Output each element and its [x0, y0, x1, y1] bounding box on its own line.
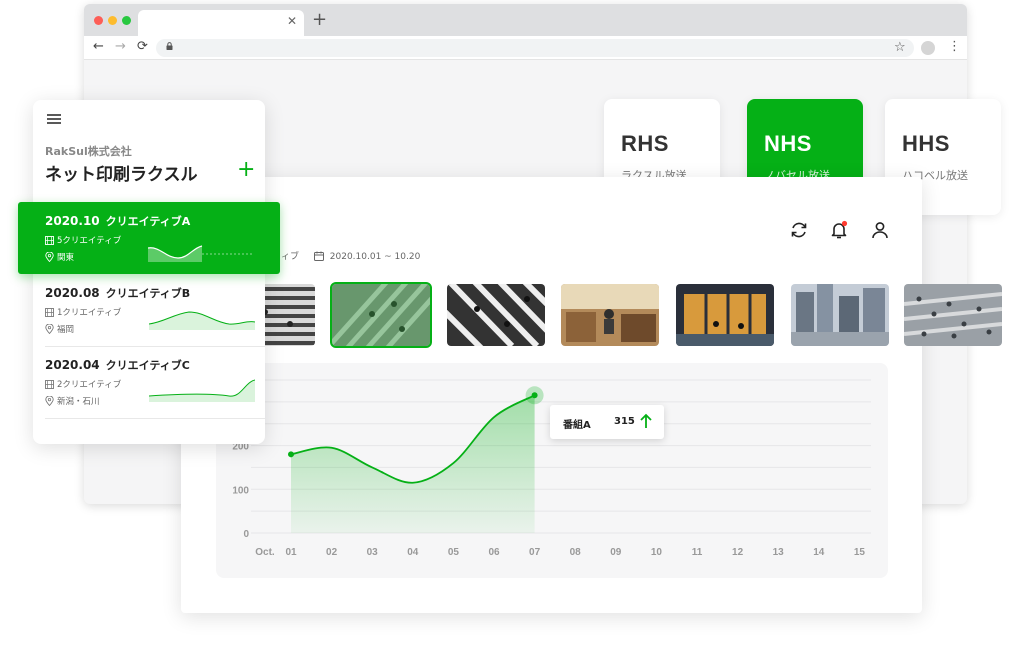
address-bar[interactable]: ☆ [156, 39, 914, 57]
item-date: 2020.10 [45, 214, 100, 228]
creative-type-partial: ィブ [281, 252, 300, 262]
list-divider [45, 418, 265, 419]
sparkline [149, 311, 255, 330]
data-point [288, 451, 294, 458]
location-pin-icon [45, 395, 54, 407]
x-tick-label: 05 [448, 547, 460, 558]
y-tick-label: 100 [232, 485, 249, 496]
reload-icon[interactable]: ⟳ [137, 39, 148, 55]
item-region: 関東 [57, 253, 75, 263]
chart-panel: 0 100 200 Oct. 01 02 03 04 05 06 07 08 09 10 11 12 13 14 1… [216, 363, 888, 578]
dashboard-card: ィブ 2020.10.01 ~ 10.20 0 100 200 Oct. 01 … [181, 177, 1002, 613]
x-tick-label: 09 [610, 547, 622, 558]
line-chart: 0100200Oct. 01 02 03 04 05 06 07 08 09 10 11 12 13 14 1… [232, 379, 871, 558]
tooltip-value: 315 [614, 416, 635, 427]
creative-item-b[interactable]: 2020.08 クリエイティブB 1クリエイティブ 福岡 [33, 274, 265, 346]
period-range: 2020.10.01 ~ 10.20 [329, 252, 421, 262]
x-tick-label: 08 [570, 547, 582, 558]
x-tick-label: 12 [732, 547, 744, 558]
user-icon[interactable] [870, 220, 890, 240]
back-icon[interactable]: ← [93, 39, 104, 55]
x-tick-label: 07 [529, 547, 541, 558]
project-title: ネット印刷ラクスル [45, 165, 198, 185]
x-tick-label: 03 [367, 547, 379, 558]
x-tick-label: 14 [813, 547, 825, 558]
tooltip-series-name: 番組A [563, 420, 591, 431]
arrow-up-icon [640, 413, 652, 428]
film-icon [45, 308, 54, 317]
item-date: 2020.04 [45, 358, 100, 372]
campaign-info: ィブ 2020.10.01 ~ 10.20 [281, 249, 420, 262]
minimize-window-icon[interactable] [108, 16, 117, 25]
y-tick-label: 0 [243, 529, 249, 540]
tab-bar: ✕ + [84, 4, 967, 36]
x-tick-label: 04 [407, 547, 419, 558]
forward-icon[interactable]: → [115, 39, 126, 55]
thumbnail-crowd[interactable] [904, 284, 1002, 346]
notification-badge [841, 220, 848, 227]
film-icon [45, 380, 54, 389]
thumbnail-crosswalk-3[interactable] [447, 284, 545, 346]
item-creative-count: 5クリエイティブ [57, 236, 122, 246]
browser-toolbar: ← → ⟳ ☆ ⋮ [84, 36, 967, 60]
browser-menu-icon[interactable]: ⋮ [948, 39, 961, 55]
item-name: クリエイティブC [105, 359, 190, 372]
sparkline [148, 245, 254, 262]
x-tick-label: 15 [854, 547, 866, 558]
browser-tab[interactable] [138, 10, 304, 36]
channel-code: HHS [902, 131, 950, 156]
item-creative-count: 1クリエイティブ [57, 308, 122, 318]
maximize-window-icon[interactable] [122, 16, 131, 25]
x-tick-label: 02 [326, 547, 338, 558]
item-region: 福岡 [57, 325, 75, 335]
lock-icon [166, 42, 173, 50]
film-icon [45, 236, 54, 245]
x-tick-label: 10 [651, 547, 663, 558]
location-pin-icon [45, 251, 54, 263]
series-area [291, 395, 535, 533]
profile-avatar[interactable] [921, 41, 935, 55]
data-point [531, 392, 538, 399]
sidebar-panel: RakSul株式会社 ネット印刷ラクスル + 2020.10 クリエイティブA 5… [18, 100, 280, 444]
creative-item-c[interactable]: 2020.04 クリエイティブC 2クリエイティブ 新潟・石川 [33, 346, 265, 418]
refresh-icon[interactable] [789, 220, 809, 240]
x-axis-prefix: Oct. [255, 547, 275, 558]
company-name: RakSul株式会社 [45, 145, 132, 158]
channel-code: NHS [764, 131, 812, 156]
x-tick-label: 13 [773, 547, 785, 558]
item-name: クリエイティブB [105, 287, 191, 300]
item-name: クリエイティブA [105, 215, 191, 228]
thumbnail-city[interactable] [791, 284, 889, 346]
bell-icon[interactable] [829, 220, 849, 240]
sparkline [149, 379, 255, 402]
item-date: 2020.08 [45, 286, 100, 300]
x-tick-label: 06 [488, 547, 500, 558]
bookmark-star-icon[interactable]: ☆ [894, 39, 906, 57]
channel-code: RHS [621, 131, 669, 156]
hamburger-menu-icon[interactable] [47, 114, 61, 124]
close-window-icon[interactable] [94, 16, 103, 25]
plus-icon[interactable]: + [237, 158, 255, 182]
thumbnail-crosswalk-2[interactable] [330, 282, 432, 348]
item-creative-count: 2クリエイティブ [57, 380, 122, 390]
calendar-icon [313, 251, 324, 261]
chart-tooltip: 番組A 315 [550, 405, 664, 439]
tab-close-icon[interactable]: ✕ [287, 14, 297, 28]
creative-item-a[interactable]: 2020.10 クリエイティブA 5クリエイティブ 関東 [18, 202, 280, 274]
thumbnail-store[interactable] [676, 284, 774, 346]
x-tick-label: 11 [692, 547, 703, 558]
new-tab-icon[interactable]: + [312, 10, 327, 30]
location-pin-icon [45, 323, 54, 335]
thumbnail-cafe[interactable] [561, 284, 659, 346]
x-tick-label: 01 [285, 547, 297, 558]
item-region: 新潟・石川 [57, 397, 100, 407]
